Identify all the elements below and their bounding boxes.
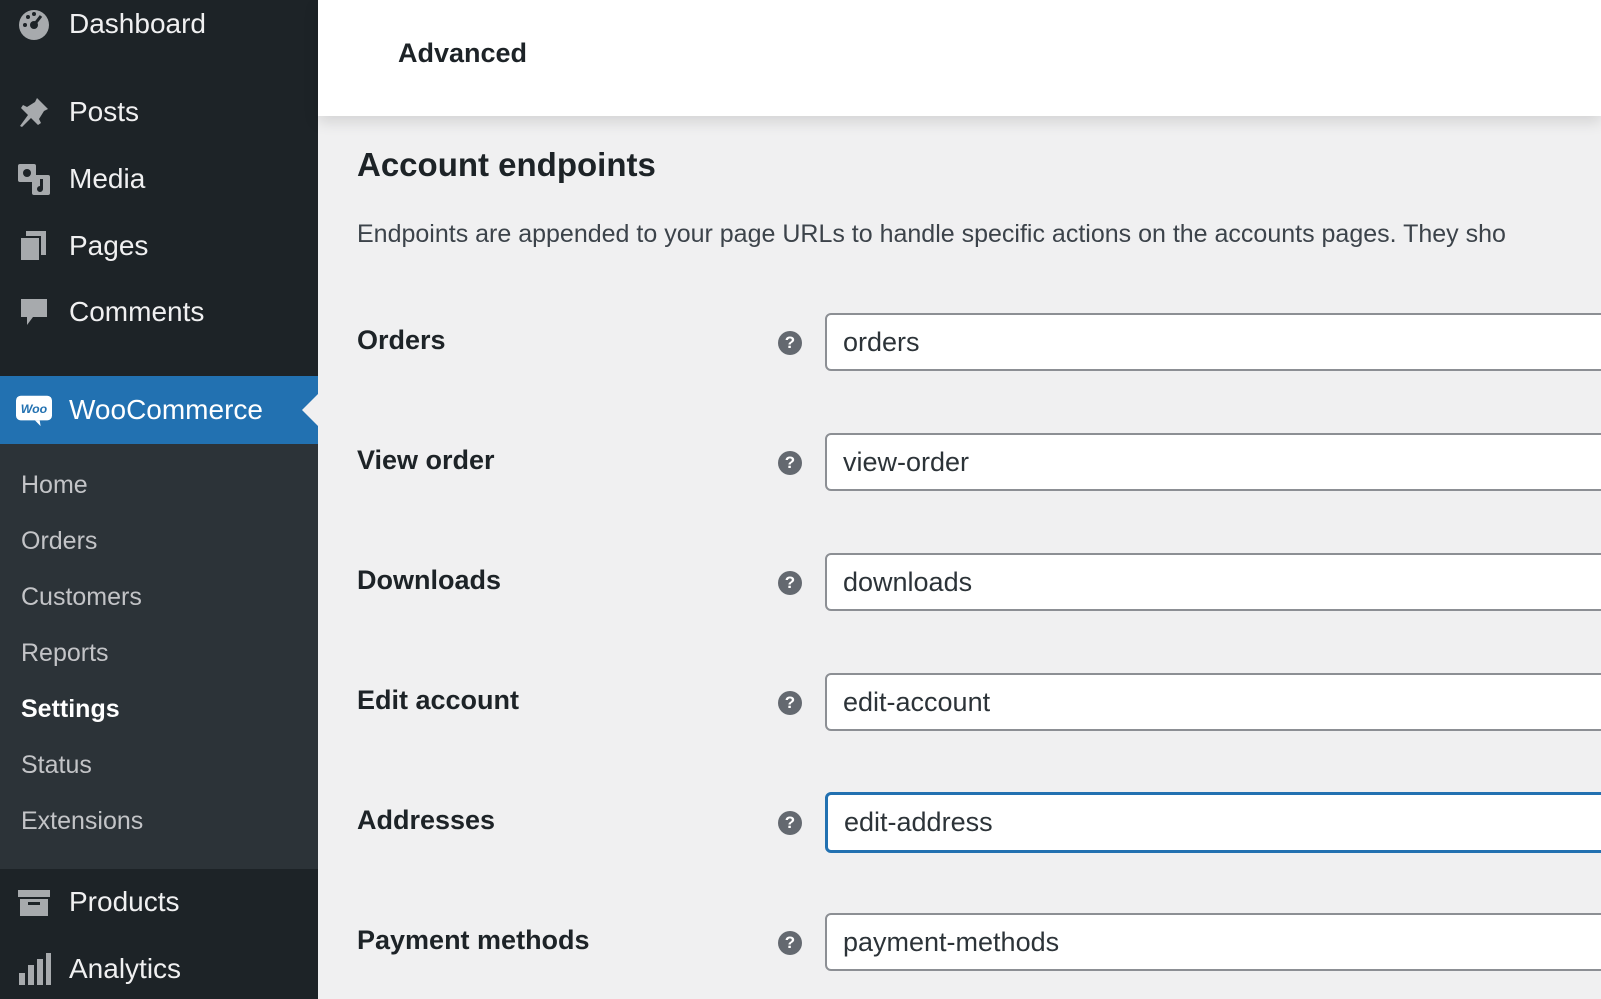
pages-icon bbox=[16, 228, 52, 264]
bar-chart-icon bbox=[16, 951, 52, 987]
downloads-endpoint-input[interactable] bbox=[825, 553, 1601, 611]
dashboard-icon bbox=[16, 6, 52, 42]
field-label-orders: Orders bbox=[357, 325, 446, 355]
edit-account-endpoint-input[interactable] bbox=[825, 673, 1601, 731]
woocommerce-submenu: Home Orders Customers Reports Settings S… bbox=[0, 444, 318, 869]
sidebar-item-dashboard[interactable]: Dashboard bbox=[0, 0, 318, 54]
woo-icon: Woo bbox=[16, 392, 52, 428]
submenu-item-customers[interactable]: Customers bbox=[21, 583, 142, 612]
media-icon bbox=[16, 161, 52, 197]
admin-sidebar: Dashboard Posts Media Pages Comments Woo… bbox=[0, 0, 318, 999]
payment-methods-endpoint-input[interactable] bbox=[825, 913, 1601, 971]
section-description: Endpoints are appended to your page URLs… bbox=[357, 220, 1506, 248]
sidebar-item-label: Comments bbox=[69, 296, 205, 327]
section-title: Account endpoints bbox=[357, 146, 656, 183]
sidebar-item-label: Posts bbox=[69, 96, 140, 127]
sidebar-item-label: Pages bbox=[69, 230, 149, 261]
sidebar-item-analytics[interactable]: Analytics bbox=[0, 939, 318, 999]
settings-tab-bar: Advanced bbox=[318, 0, 1601, 116]
help-icon[interactable]: ? bbox=[778, 811, 802, 835]
addresses-endpoint-input[interactable] bbox=[825, 792, 1601, 853]
active-indicator-arrow bbox=[302, 394, 318, 426]
help-icon[interactable]: ? bbox=[778, 571, 802, 595]
help-icon[interactable]: ? bbox=[778, 691, 802, 715]
sidebar-item-label: Dashboard bbox=[69, 8, 206, 39]
help-icon[interactable]: ? bbox=[778, 931, 802, 955]
sidebar-item-label: Products bbox=[69, 886, 180, 917]
help-icon[interactable]: ? bbox=[778, 331, 802, 355]
submenu-item-home[interactable]: Home bbox=[21, 471, 88, 500]
submenu-item-extensions[interactable]: Extensions bbox=[21, 807, 143, 836]
svg-text:Woo: Woo bbox=[21, 402, 48, 416]
sidebar-item-label: Media bbox=[69, 163, 146, 194]
app-frame: Dashboard Posts Media Pages Comments Woo… bbox=[0, 0, 1601, 999]
comment-icon bbox=[16, 294, 52, 330]
sidebar-item-label: WooCommerce bbox=[69, 394, 263, 425]
submenu-item-orders[interactable]: Orders bbox=[21, 527, 97, 556]
field-label-downloads: Downloads bbox=[357, 565, 502, 595]
field-label-edit-account: Edit account bbox=[357, 685, 520, 715]
submenu-item-settings[interactable]: Settings bbox=[21, 695, 120, 724]
sidebar-item-pages[interactable]: Pages bbox=[0, 216, 318, 276]
field-label-payment-methods: Payment methods bbox=[357, 925, 590, 955]
field-label-view-order: View order bbox=[357, 445, 495, 475]
sidebar-item-posts[interactable]: Posts bbox=[0, 82, 318, 142]
field-label-addresses: Addresses bbox=[357, 805, 496, 835]
tab-advanced[interactable]: Advanced bbox=[398, 38, 527, 69]
orders-endpoint-input[interactable] bbox=[825, 313, 1601, 371]
archive-icon bbox=[16, 884, 52, 920]
submenu-item-status[interactable]: Status bbox=[21, 751, 92, 780]
pushpin-icon bbox=[16, 94, 52, 130]
sidebar-item-products[interactable]: Products bbox=[0, 872, 318, 932]
submenu-item-reports[interactable]: Reports bbox=[21, 639, 109, 668]
sidebar-item-woocommerce[interactable]: Woo WooCommerce bbox=[0, 376, 318, 444]
sidebar-item-comments[interactable]: Comments bbox=[0, 282, 318, 342]
sidebar-item-label: Analytics bbox=[69, 953, 182, 984]
help-icon[interactable]: ? bbox=[778, 451, 802, 475]
sidebar-item-media[interactable]: Media bbox=[0, 149, 318, 209]
view-order-endpoint-input[interactable] bbox=[825, 433, 1601, 491]
